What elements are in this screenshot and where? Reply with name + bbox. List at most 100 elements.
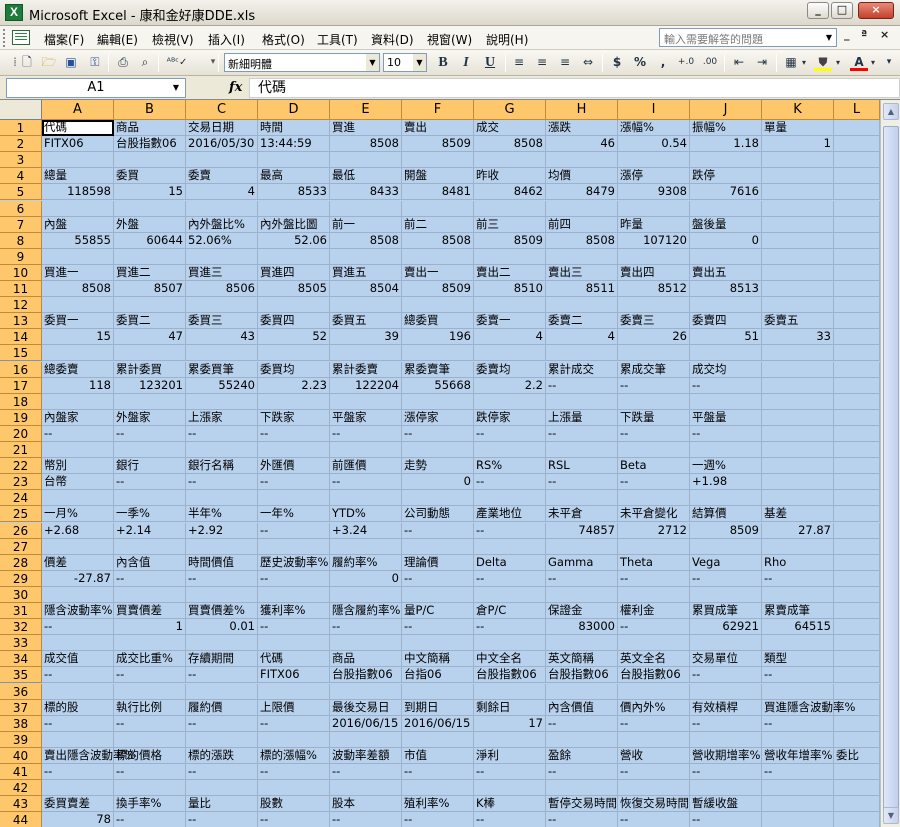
cell-e38[interactable]: 2016/06/15 (330, 715, 402, 732)
cell-l28[interactable] (834, 554, 880, 571)
doc-minimize-button[interactable]: _ (844, 28, 850, 41)
cell-h31[interactable]: 保證金 (546, 603, 618, 620)
cell-j13[interactable]: 委賣四 (690, 313, 762, 330)
cell-f25[interactable]: 公司動態 (402, 506, 474, 523)
cell-h40[interactable]: 盈餘 (546, 747, 618, 764)
cell-i30[interactable] (618, 586, 690, 603)
cell-d1[interactable]: 時間 (258, 120, 330, 137)
name-box[interactable]: A1 ▼ (6, 78, 186, 98)
cell-f26[interactable]: -- (402, 522, 474, 539)
cell-l13[interactable] (834, 313, 880, 330)
print-preview-icon[interactable]: ⌕ (136, 54, 154, 71)
row-header-6[interactable]: 6 (0, 200, 42, 217)
cell-e28[interactable]: 履約率% (330, 554, 402, 571)
cell-a29[interactable]: -27.87 (42, 570, 114, 587)
cell-c11[interactable]: 8506 (186, 281, 258, 298)
cell-f30[interactable] (402, 586, 474, 603)
cell-e10[interactable]: 買進五 (330, 264, 402, 281)
cell-g4[interactable]: 昨收 (474, 168, 546, 185)
cell-d16[interactable]: 委買均 (258, 361, 330, 378)
cell-i2[interactable]: 0.54 (618, 136, 690, 153)
cell-i19[interactable]: 下跌量 (618, 409, 690, 426)
formula-input[interactable]: 代碼 (249, 78, 900, 98)
cell-e15[interactable] (330, 345, 402, 362)
cell-h33[interactable] (546, 635, 618, 652)
cell-h36[interactable] (546, 683, 618, 700)
cell-i41[interactable]: -- (618, 764, 690, 781)
cell-g31[interactable]: 倉P/C (474, 603, 546, 620)
chevron-down-icon[interactable]: ▼ (413, 54, 426, 71)
cell-f37[interactable]: 到期日 (402, 699, 474, 716)
cell-h7[interactable]: 前四 (546, 216, 618, 233)
cell-g24[interactable] (474, 490, 546, 507)
cell-b18[interactable] (114, 393, 186, 410)
column-header-b[interactable]: B (114, 100, 186, 120)
cell-l30[interactable] (834, 586, 880, 603)
cell-g3[interactable] (474, 152, 546, 169)
cell-k37[interactable]: 買進隱含波動率% (762, 699, 855, 716)
cell-e11[interactable]: 8504 (330, 281, 402, 298)
cell-l11[interactable] (834, 281, 880, 298)
row-header-43[interactable]: 43 (0, 796, 42, 813)
close-button[interactable]: × (858, 2, 894, 19)
cell-j33[interactable] (690, 635, 762, 652)
cell-l40[interactable]: 委比 (834, 747, 880, 764)
cell-c39[interactable] (186, 731, 258, 748)
cell-g22[interactable]: RS% (474, 458, 546, 475)
cell-j1[interactable]: 振幅% (690, 120, 762, 137)
cell-e30[interactable] (330, 586, 402, 603)
row-header-22[interactable]: 22 (0, 458, 42, 475)
currency-button[interactable]: $ (608, 54, 626, 71)
cell-e22[interactable]: 前匯價 (330, 458, 402, 475)
cell-k15[interactable] (762, 345, 834, 362)
cell-j20[interactable]: -- (690, 425, 762, 442)
cell-g32[interactable]: -- (474, 619, 546, 636)
cell-a44[interactable]: 78 (42, 812, 114, 827)
cell-b7[interactable]: 外盤 (114, 216, 186, 233)
column-header-j[interactable]: J (690, 100, 762, 120)
cell-e34[interactable]: 商品 (330, 651, 402, 668)
cell-d33[interactable] (258, 635, 330, 652)
cell-d29[interactable]: -- (258, 570, 330, 587)
cell-k16[interactable] (762, 361, 834, 378)
cell-f5[interactable]: 8481 (402, 184, 474, 201)
cell-d8[interactable]: 52.06 (258, 232, 330, 249)
cell-h41[interactable]: -- (546, 764, 618, 781)
merge-center-icon[interactable]: ⇔ (579, 54, 597, 71)
cell-i10[interactable]: 賣出四 (618, 264, 690, 281)
cell-i32[interactable]: -- (618, 619, 690, 636)
cell-d31[interactable]: 獲利率% (258, 603, 330, 620)
cell-l29[interactable] (834, 570, 880, 587)
cell-j34[interactable]: 交易單位 (690, 651, 762, 668)
cell-d6[interactable] (258, 200, 330, 217)
cell-b2[interactable]: 台股指數06 (114, 136, 186, 153)
row-header-41[interactable]: 41 (0, 764, 42, 780)
cell-h37[interactable]: 內含價值 (546, 699, 618, 716)
font-color-button[interactable]: A (850, 54, 868, 71)
cell-f17[interactable]: 55668 (402, 377, 474, 394)
cell-f14[interactable]: 196 (402, 329, 474, 346)
cell-c44[interactable]: -- (186, 812, 258, 827)
cell-g14[interactable]: 4 (474, 329, 546, 346)
cell-c22[interactable]: 銀行名稱 (186, 458, 258, 475)
cell-j24[interactable] (690, 490, 762, 507)
cell-b15[interactable] (114, 345, 186, 362)
cell-f8[interactable]: 8508 (402, 232, 474, 249)
cell-g25[interactable]: 產業地位 (474, 506, 546, 523)
cell-j27[interactable] (690, 538, 762, 555)
column-header-f[interactable]: F (402, 100, 474, 120)
column-header-h[interactable]: H (546, 100, 618, 120)
menu-data[interactable]: 資料(D) (369, 30, 416, 49)
menu-format[interactable]: 格式(O) (260, 30, 307, 49)
cell-e16[interactable]: 累計委賣 (330, 361, 402, 378)
increase-decimal-button[interactable]: +.0 (675, 54, 697, 71)
cell-k6[interactable] (762, 200, 834, 217)
cell-h20[interactable]: -- (546, 425, 618, 442)
cell-i37[interactable]: 價內外% (618, 699, 690, 716)
cell-i12[interactable] (618, 297, 690, 314)
cell-i26[interactable]: 2712 (618, 522, 690, 539)
cell-e40[interactable]: 波動率差額 (330, 747, 402, 764)
cell-i33[interactable] (618, 635, 690, 652)
row-header-1[interactable]: 1 (0, 120, 42, 136)
chevron-down-icon[interactable]: ▼ (366, 54, 379, 71)
